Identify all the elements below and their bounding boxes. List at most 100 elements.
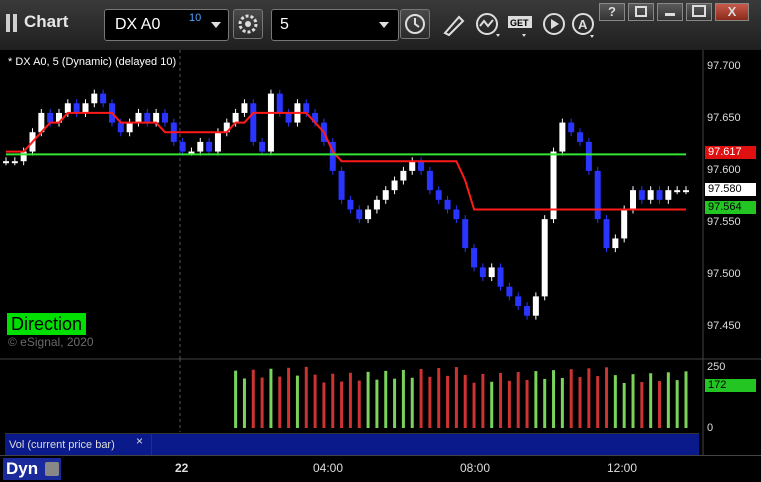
candle <box>232 112 239 123</box>
candle <box>3 161 9 164</box>
candle <box>197 141 204 152</box>
volume-bar <box>613 375 617 428</box>
dyn-button[interactable]: Dyn <box>3 458 61 480</box>
pencil-icon[interactable] <box>441 13 467 37</box>
chevron-down-icon[interactable] <box>379 22 389 28</box>
candle <box>250 103 257 142</box>
symbol-value: DX A0 <box>115 16 161 33</box>
price-tick: 97.500 <box>707 268 741 280</box>
price-tag-red: 97.617 <box>705 146 756 159</box>
window-title: Chart <box>24 12 69 31</box>
close-button[interactable]: X <box>715 3 749 21</box>
volume-bar <box>269 368 273 428</box>
volume-bar <box>658 381 662 428</box>
volume-tick: 0 <box>707 422 714 434</box>
restore-button[interactable] <box>628 3 654 21</box>
clock-button[interactable] <box>400 9 430 39</box>
candle <box>241 103 248 113</box>
lock-icon[interactable] <box>45 462 59 476</box>
divider <box>151 434 152 455</box>
interval-value: 5 <box>280 16 289 33</box>
svg-text:GET: GET <box>510 18 529 28</box>
candle <box>382 190 389 200</box>
candle <box>647 190 654 200</box>
volume-bar <box>516 372 520 428</box>
price-tick: 97.450 <box>707 320 741 332</box>
minimize-button[interactable] <box>657 3 683 21</box>
volume-bar <box>622 382 626 428</box>
volume-bar <box>684 371 688 428</box>
delay-badge: 10 <box>189 12 202 24</box>
candle <box>409 161 416 171</box>
candle <box>144 112 151 123</box>
volume-bar <box>428 376 432 428</box>
candle <box>206 141 213 152</box>
volume-bar <box>437 368 441 428</box>
candle <box>559 122 566 152</box>
candle <box>426 170 433 191</box>
close-icon[interactable]: × <box>136 434 143 448</box>
candle <box>276 93 283 113</box>
chevron-down-icon[interactable] <box>211 22 221 28</box>
direction-badge[interactable]: Direction <box>7 313 87 335</box>
price-tick: 97.700 <box>707 60 741 72</box>
candle <box>117 122 124 133</box>
time-tick: 22 <box>175 461 189 475</box>
price-tag-last: 97.580 <box>705 183 756 196</box>
candle <box>665 190 672 200</box>
volume-bar <box>534 371 538 428</box>
candle <box>20 151 27 162</box>
candle <box>462 219 469 249</box>
volume-bar <box>313 374 317 428</box>
a-icon[interactable]: A <box>570 11 598 39</box>
help-button[interactable]: ? <box>599 3 625 21</box>
volume-bar <box>472 382 476 428</box>
candle <box>356 209 363 220</box>
volume-bar <box>287 367 291 428</box>
candle <box>656 190 663 200</box>
volume-bar <box>234 370 238 428</box>
candle <box>594 170 601 220</box>
candle <box>612 238 619 249</box>
candle <box>603 219 610 249</box>
candle <box>453 209 460 220</box>
candle <box>303 103 310 113</box>
volume-bar <box>366 371 370 428</box>
volume-bar <box>340 381 344 428</box>
volume-bar <box>675 380 679 428</box>
volume-bar <box>375 379 379 428</box>
candle <box>285 112 292 123</box>
play-icon[interactable] <box>541 11 569 39</box>
volume-bar <box>419 368 423 428</box>
volume-bar <box>596 376 600 428</box>
candle <box>267 93 274 152</box>
candle <box>153 112 160 123</box>
gear-button[interactable] <box>233 9 263 39</box>
volume-bar <box>348 372 352 428</box>
time-axis: Dyn 22 04:00 08:00 12:00 <box>0 455 761 482</box>
candle <box>630 190 637 210</box>
pause-icon[interactable] <box>6 14 20 32</box>
svg-text:A: A <box>578 17 588 32</box>
volume-study-label: Vol (current price bar) <box>9 439 115 451</box>
candle <box>400 170 407 181</box>
candle <box>179 141 186 152</box>
candle <box>621 209 628 239</box>
price-chart[interactable] <box>0 50 761 455</box>
volume-bar <box>605 367 609 428</box>
candle <box>541 219 548 297</box>
volume-study-bar[interactable]: Vol (current price bar) × <box>5 433 699 455</box>
volume-bar <box>454 367 458 428</box>
volume-bar <box>242 378 246 428</box>
copyright: © eSignal, 2020 <box>8 335 94 349</box>
candle <box>435 190 442 200</box>
line-chart-icon[interactable] <box>474 12 504 40</box>
candle <box>568 122 575 133</box>
candle <box>47 112 54 123</box>
symbol-input[interactable]: DX A0 10 <box>104 9 229 41</box>
maximize-button[interactable] <box>686 3 712 21</box>
volume-bar <box>552 370 556 428</box>
interval-input[interactable]: 5 <box>271 9 399 41</box>
get-icon[interactable]: GET <box>506 12 536 40</box>
candle <box>338 170 345 200</box>
